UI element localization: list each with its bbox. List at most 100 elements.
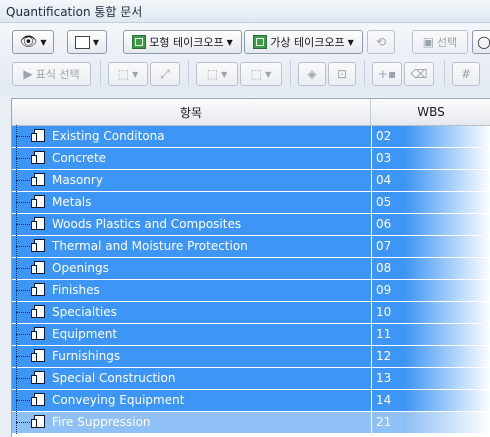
toolbar-separator	[188, 60, 189, 86]
row-item-name: Openings	[52, 261, 109, 275]
select-marker-button[interactable]: ▶ 표식 선택	[12, 62, 91, 86]
chevron-down-icon: ▼	[40, 37, 47, 47]
column-divider	[371, 368, 372, 389]
layout-dropdown-button[interactable]: ▼	[67, 30, 107, 54]
document-group-icon	[31, 261, 45, 274]
row-item-name: Equipment	[52, 327, 118, 341]
select-marker-label: 표식 선택	[35, 68, 80, 81]
document-group-icon	[31, 195, 45, 208]
region-select-icon: ⊡	[336, 67, 348, 81]
sync-icon: ⟲	[375, 35, 387, 49]
table-row[interactable]: Fire Suppression 21	[12, 411, 490, 434]
chevron-down-icon: ▼	[132, 69, 139, 79]
column-divider	[371, 412, 372, 433]
line-measure-button[interactable]: ⤢	[150, 62, 180, 86]
eraser-button[interactable]: ⌫	[404, 62, 434, 86]
view-dropdown-button[interactable]: 👁 ▼	[12, 30, 54, 54]
row-wbs-code: 02	[376, 129, 392, 143]
table-row[interactable]: Masonry 04	[12, 169, 490, 192]
row-item-name: Masonry	[52, 173, 103, 187]
items-grid: 항목 WBS Existing Conditona 02 Concrete 03 Mas…	[11, 98, 490, 437]
eye-icon: 👁	[19, 34, 38, 50]
area-dropdown-button[interactable]: ⬚ ▼	[240, 62, 282, 86]
column-divider	[371, 170, 372, 191]
sync-button[interactable]: ⟲	[367, 30, 395, 54]
column-divider	[371, 390, 372, 411]
model-takeoff-button[interactable]: 모형 테이크오프 ▼	[123, 30, 242, 54]
fill-bucket-button[interactable]: ◈	[298, 62, 326, 86]
polygon-icon: ⬚	[117, 67, 130, 81]
chevron-down-icon: ▼	[221, 69, 228, 79]
toolbar-separator	[364, 60, 365, 86]
row-item-name: Concrete	[52, 151, 107, 165]
document-group-icon	[31, 129, 45, 142]
column-header-item[interactable]: 항목	[12, 99, 371, 125]
select-button[interactable]: ▣ 선택	[412, 30, 468, 54]
column-divider	[371, 324, 372, 345]
select-label: 선택	[437, 36, 458, 49]
arrow-cursor-icon: ▶	[23, 67, 33, 81]
table-row[interactable]: Metals 05	[12, 191, 490, 214]
document-group-icon	[31, 327, 45, 340]
hash-button[interactable]: #	[452, 62, 480, 86]
table-row[interactable]: Existing Conditona 02	[12, 125, 490, 148]
table-row[interactable]: Concrete 03	[12, 147, 490, 170]
table-row[interactable]: Furnishings 12	[12, 345, 490, 368]
region-select-button[interactable]: ⊡	[328, 62, 356, 86]
column-divider	[371, 258, 372, 279]
row-wbs-code: 12	[376, 349, 392, 363]
column-divider	[371, 302, 372, 323]
row-wbs-code: 03	[376, 151, 392, 165]
column-divider	[371, 126, 372, 147]
chevron-down-icon: ▼	[347, 37, 354, 47]
document-group-icon	[31, 217, 45, 230]
row-item-name: Fire Suppression	[52, 415, 151, 429]
column-header-wbs[interactable]: WBS	[371, 99, 490, 125]
virtual-takeoff-button[interactable]: 가상 테이크오프 ▼	[244, 30, 363, 54]
document-group-icon	[31, 151, 45, 164]
area-tool-button[interactable]: ⬚ ▼	[196, 62, 238, 86]
row-wbs-code: 06	[376, 217, 392, 231]
column-divider	[371, 280, 372, 301]
grid-header: 항목 WBS	[12, 99, 490, 126]
toolbar-separator	[290, 60, 291, 86]
row-wbs-code: 09	[376, 283, 392, 297]
toolbar-separator	[100, 60, 101, 86]
table-row[interactable]: Specialties 10	[12, 301, 490, 324]
cube-select-icon: ▣	[422, 35, 435, 49]
green-takeoff-icon	[253, 35, 268, 49]
column-divider	[371, 346, 372, 367]
row-wbs-code: 11	[376, 327, 392, 341]
row-item-name: Thermal and Moisture Protection	[52, 239, 248, 253]
virtual-takeoff-label: 가상 테이크오프	[270, 36, 345, 49]
row-item-name: Conveying Equipment	[52, 393, 185, 407]
document-group-icon	[31, 283, 45, 296]
document-group-icon	[31, 349, 45, 362]
table-row[interactable]: Finishes 09	[12, 279, 490, 302]
row-item-name: Woods Plastics and Composites	[52, 217, 242, 231]
polygon-tool-button[interactable]: ⬚ ▼	[108, 62, 148, 86]
model-takeoff-label: 모형 테이크오프	[149, 36, 224, 49]
row-item-name: Specialties	[52, 305, 117, 319]
table-row[interactable]: Special Construction 13	[12, 367, 490, 390]
row-item-name: Furnishings	[52, 349, 121, 363]
table-row[interactable]: Openings 08	[12, 257, 490, 280]
row-wbs-code: 04	[376, 173, 392, 187]
table-row[interactable]: Conveying Equipment 14	[12, 389, 490, 412]
table-row[interactable]: Woods Plastics and Composites 06	[12, 213, 490, 236]
column-divider	[371, 236, 372, 257]
search-button[interactable]: ◯	[472, 30, 490, 54]
chevron-down-icon: ▼	[92, 37, 100, 47]
row-item-name: Existing Conditona	[52, 129, 165, 143]
add-point-icon: +▪	[377, 67, 397, 81]
table-row[interactable]: Thermal and Moisture Protection 07	[12, 235, 490, 258]
row-item-name: Special Construction	[52, 371, 176, 385]
row-item-name: Finishes	[52, 283, 100, 297]
eraser-icon: ⌫	[410, 67, 428, 81]
document-group-icon	[31, 371, 45, 384]
row-item-name: Metals	[52, 195, 92, 209]
add-point-button[interactable]: +▪	[372, 62, 402, 86]
chevron-down-icon: ▼	[265, 69, 272, 79]
hash-icon: #	[460, 67, 472, 81]
table-row[interactable]: Equipment 11	[12, 323, 490, 346]
